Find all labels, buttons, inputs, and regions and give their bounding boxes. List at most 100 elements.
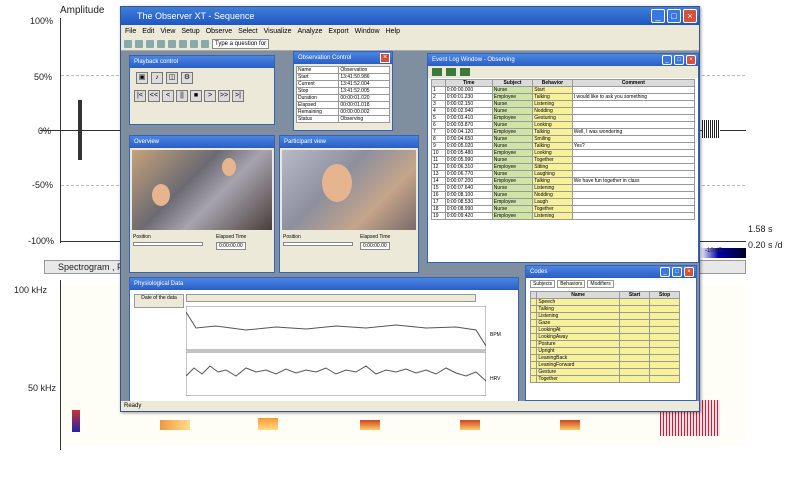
record-icon[interactable] [432, 68, 442, 76]
table-row[interactable]: 17 0:00:08.530 Employee Laugh [431, 198, 696, 206]
table-row[interactable]: 7 0:00:04.120 Employee Talking Well, I was w… [431, 128, 696, 136]
redo-icon[interactable] [168, 39, 176, 48]
code-row[interactable]: Speech [529, 298, 680, 306]
column-header[interactable]: Behavior [532, 79, 573, 87]
table-row[interactable]: 10 0:00:05.480 Employee Looking [431, 149, 696, 157]
table-row[interactable]: 4 0:00:02.940 Nurse Nodding [431, 107, 696, 115]
column-header[interactable]: Start [618, 291, 651, 299]
close-icon[interactable]: × [684, 267, 694, 277]
table-cell: Employee [491, 163, 534, 171]
menu-visualize[interactable]: Visualize [264, 28, 292, 35]
column-header[interactable]: Stop [649, 291, 680, 299]
pause-icon[interactable] [446, 68, 456, 76]
code-row[interactable]: Listening [529, 312, 680, 320]
stop-button[interactable]: ■ [190, 90, 202, 102]
step-back-button[interactable]: < [162, 90, 174, 102]
code-row[interactable]: LookingAway [529, 333, 680, 341]
video-frame[interactable] [132, 150, 272, 230]
table-cell: Employee [491, 149, 534, 157]
menu-export[interactable]: Export [328, 28, 348, 35]
menu-window[interactable]: Window [355, 28, 380, 35]
close-icon[interactable]: × [686, 55, 696, 65]
table-row[interactable]: 5 0:00:03.410 Employee Gesturing [431, 114, 696, 122]
table-row[interactable]: 8 0:00:04.650 Nurse Smiling [431, 135, 696, 143]
table-row[interactable]: 1 0:00:00.000 Nurse Start [431, 86, 696, 94]
undo-icon[interactable] [157, 39, 165, 48]
column-header[interactable]: Comment [571, 79, 696, 87]
column-header[interactable] [431, 79, 446, 87]
obs-key: Duration [295, 94, 340, 102]
play-icon[interactable] [179, 39, 187, 48]
table-row[interactable]: 6 0:00:03.870 Nurse Looking [431, 121, 696, 129]
table-row[interactable]: 13 0:00:06.770 Nurse Laughing [431, 170, 696, 178]
code-row[interactable]: LeaningBack [529, 354, 680, 362]
code-row[interactable]: Talking [529, 305, 680, 313]
menu-edit[interactable]: Edit [142, 28, 154, 35]
audio-icon[interactable]: ♪ [151, 72, 163, 84]
tab-subjects[interactable]: Subjects [530, 280, 556, 288]
settings-icon[interactable]: ⚙ [181, 72, 193, 84]
minimize-icon[interactable]: _ [662, 55, 672, 65]
table-row[interactable]: 2 0:00:01.230 Employee Talking I would like … [431, 93, 696, 101]
app-titlebar[interactable]: The Observer XT - Sequence _ □ × [121, 7, 699, 25]
open-icon[interactable] [135, 39, 143, 48]
code-row[interactable]: Upright [529, 347, 680, 355]
maximize-icon[interactable]: □ [667, 9, 681, 23]
menu-view[interactable]: View [160, 28, 175, 35]
maximize-icon[interactable]: □ [672, 267, 682, 277]
table-row[interactable]: 14 0:00:07.200 Employee Talking We have fun … [431, 177, 696, 185]
fast-forward-button[interactable]: >> [218, 90, 230, 102]
code-row[interactable]: Gesture [529, 368, 680, 376]
spectral-burst [360, 420, 380, 430]
code-row[interactable]: Gaze [529, 319, 680, 327]
close-icon[interactable]: × [380, 53, 390, 63]
snapshot-icon[interactable]: ◫ [166, 72, 178, 84]
camera-icon[interactable]: ▣ [136, 72, 148, 84]
skip-start-button[interactable]: |< [134, 90, 146, 102]
table-cell [571, 205, 696, 213]
code-row[interactable]: LookingAt [529, 326, 680, 334]
pause-button[interactable]: || [176, 90, 188, 102]
code-row[interactable]: LeaningForward [529, 361, 680, 369]
column-header[interactable]: Time [444, 79, 493, 87]
table-cell: Gesturing [532, 114, 573, 122]
table-cell: Nurse [491, 135, 534, 143]
table-row[interactable]: 3 0:00:02.150 Nurse Listening [431, 100, 696, 108]
menu-observe[interactable]: Observe [206, 28, 232, 35]
table-row[interactable]: 16 0:00:08.100 Nurse Nodding [431, 191, 696, 199]
position-slider[interactable] [133, 242, 203, 246]
column-header[interactable]: Subject [491, 79, 534, 87]
table-row[interactable]: 11 0:00:05.990 Nurse Together [431, 156, 696, 164]
column-header[interactable]: Name [536, 291, 620, 299]
help-search-input[interactable]: Type a question for [212, 38, 270, 49]
stop-icon[interactable] [460, 68, 470, 76]
tab-modifiers[interactable]: Modifiers [587, 280, 614, 288]
menu-select[interactable]: Select [238, 28, 257, 35]
menu-help[interactable]: Help [386, 28, 400, 35]
menu-analyze[interactable]: Analyze [298, 28, 323, 35]
table-row[interactable]: 15 0:00:07.640 Nurse Listening [431, 184, 696, 192]
stop-icon[interactable] [190, 39, 198, 48]
video-frame[interactable] [282, 150, 416, 230]
minimize-icon[interactable]: _ [651, 9, 665, 23]
record-icon[interactable] [201, 39, 209, 48]
close-icon[interactable]: × [683, 9, 697, 23]
play-button[interactable]: > [204, 90, 216, 102]
table-cell [571, 114, 696, 122]
table-row[interactable]: 9 0:00:05.020 Nurse Talking Yes? [431, 142, 696, 150]
code-row[interactable]: Together [529, 375, 680, 383]
skip-end-button[interactable]: >| [232, 90, 244, 102]
code-row[interactable]: Posture [529, 340, 680, 348]
tab-behaviors[interactable]: Behaviors [557, 280, 586, 288]
table-row[interactable]: 18 0:00:08.990 Nurse Together [431, 205, 696, 213]
table-row[interactable]: 19 0:00:09.420 Employee Listening [431, 212, 696, 220]
maximize-icon[interactable]: □ [674, 55, 684, 65]
position-slider[interactable] [283, 242, 353, 246]
menu-setup[interactable]: Setup [181, 28, 199, 35]
save-icon[interactable] [146, 39, 154, 48]
rewind-button[interactable]: << [148, 90, 160, 102]
table-row[interactable]: 12 0:00:06.310 Employee Sitting [431, 163, 696, 171]
minimize-icon[interactable]: _ [660, 267, 670, 277]
menu-file[interactable]: File [125, 28, 136, 35]
new-icon[interactable] [124, 39, 132, 48]
